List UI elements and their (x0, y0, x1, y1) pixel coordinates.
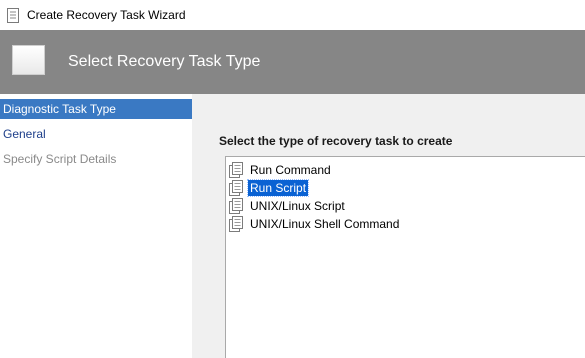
wizard-content: Select the type of recovery task to crea… (192, 94, 585, 358)
wizard-app-icon (7, 8, 19, 23)
task-type-list[interactable]: Run Command Run Script UNIX/Linux Script… (225, 156, 585, 358)
list-item-run-script[interactable]: Run Script (228, 179, 310, 197)
list-item-unix-linux-shell-command[interactable]: UNIX/Linux Shell Command (228, 215, 401, 233)
page-title: Select Recovery Task Type (68, 53, 261, 70)
sidebar-item-general[interactable]: General (0, 124, 192, 144)
list-item-run-command[interactable]: Run Command (228, 161, 333, 179)
list-item-label: Run Command (250, 163, 331, 177)
wizard-window: Create Recovery Task Wizard Select Recov… (0, 0, 585, 358)
script-icon (229, 162, 243, 178)
wizard-steps-sidebar: Diagnostic Task Type General Specify Scr… (0, 94, 192, 358)
list-item-label: UNIX/Linux Script (250, 199, 345, 213)
sidebar-item-diagnostic-task-type[interactable]: Diagnostic Task Type (0, 99, 192, 119)
list-item-label: UNIX/Linux Shell Command (250, 217, 400, 231)
script-icon (229, 180, 243, 196)
sidebar-item-specify-script-details: Specify Script Details (3, 152, 117, 166)
wizard-header: Select Recovery Task Type (0, 30, 585, 94)
title-bar: Create Recovery Task Wizard (0, 0, 585, 30)
window-title: Create Recovery Task Wizard (27, 8, 186, 22)
list-item-unix-linux-script[interactable]: UNIX/Linux Script (228, 197, 347, 215)
script-icon (229, 198, 243, 214)
header-banner-icon (12, 45, 45, 75)
list-item-label: Run Script (246, 179, 310, 197)
task-type-prompt: Select the type of recovery task to crea… (219, 134, 453, 148)
script-icon (229, 216, 243, 232)
